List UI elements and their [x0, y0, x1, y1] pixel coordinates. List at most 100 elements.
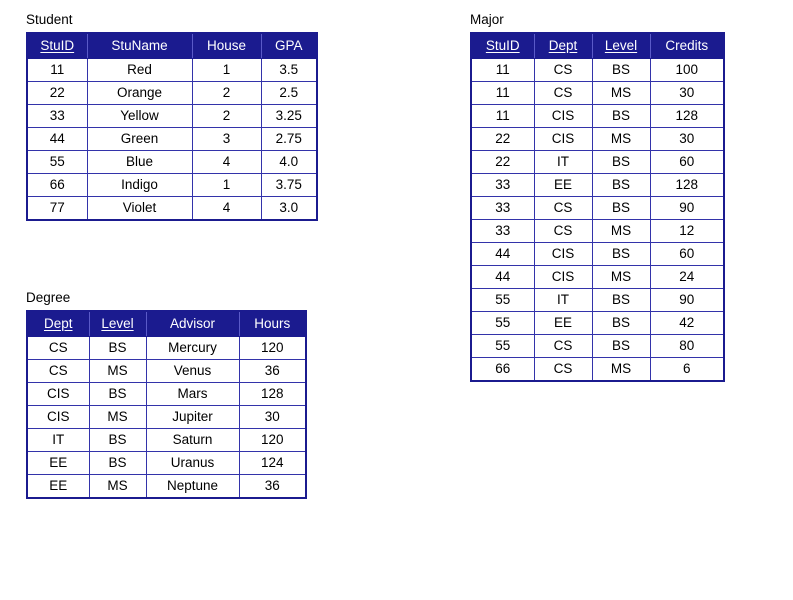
table-row: 22 IT BS 60 [470, 150, 725, 174]
column-header-stuid: StuID [471, 33, 535, 59]
table-row: 11 CIS BS 128 [470, 104, 725, 128]
column-header-level: Level [591, 33, 651, 59]
column-header-hours: Hours [238, 311, 306, 337]
cell: 11 [470, 81, 535, 105]
table-row: 11 CS MS 30 [470, 81, 725, 105]
table-row: 11 Red 1 3.5 [26, 58, 318, 82]
cell: 36 [238, 359, 307, 383]
cell: CS [26, 336, 90, 360]
student-table-block: Student StuID StuName House GPA 11 Red 1 3.… [26, 12, 318, 221]
column-header-dept: Dept [533, 33, 593, 59]
cell: MS [591, 127, 651, 151]
table-row: 44 CIS MS 24 [470, 265, 725, 289]
cell: BS [88, 336, 147, 360]
degree-table-block: Degree Dept Level Advisor Hours CS BS Merc… [26, 290, 307, 499]
table-row: 33 EE BS 128 [470, 173, 725, 197]
cell: BS [88, 428, 147, 452]
column-header-gpa: GPA [260, 33, 317, 59]
cell: 80 [649, 334, 725, 358]
column-header-stuid: StuID [27, 33, 88, 59]
column-header-house: House [191, 33, 262, 59]
cell: CS [26, 359, 90, 383]
cell: 11 [26, 58, 88, 82]
cell: 44 [470, 265, 535, 289]
cell: 100 [649, 58, 725, 82]
cell: CIS [533, 242, 593, 266]
cell: 24 [649, 265, 725, 289]
column-header-label: Level [101, 316, 134, 331]
cell: Violet [86, 196, 193, 221]
table-row: 33 CS MS 12 [470, 219, 725, 243]
column-header-stuname: StuName [86, 33, 193, 59]
cell: 1 [191, 58, 262, 82]
column-header-label: StuID [485, 38, 520, 53]
cell: 4 [191, 150, 262, 174]
cell: 33 [470, 173, 535, 197]
table-row: 44 CIS BS 60 [470, 242, 725, 266]
cell: 3.5 [260, 58, 318, 82]
cell: 30 [238, 405, 307, 429]
table-row: 33 Yellow 2 3.25 [26, 104, 318, 128]
table-row: 55 CS BS 80 [470, 334, 725, 358]
student-table-label: Student [26, 12, 73, 27]
cell: 90 [649, 196, 725, 220]
column-header-label: Hours [254, 316, 291, 331]
cell: Orange [86, 81, 193, 105]
table-row: 66 Indigo 1 3.75 [26, 173, 318, 197]
cell: 2 [191, 81, 262, 105]
cell: BS [88, 382, 147, 406]
table-row: 55 IT BS 90 [470, 288, 725, 312]
cell: EE [533, 311, 593, 335]
cell: Jupiter [145, 405, 240, 429]
cell: 42 [649, 311, 725, 335]
cell: Mars [145, 382, 240, 406]
major-table: StuID Dept Level Credits 11 CS BS 100 11 CS M… [470, 32, 725, 382]
cell: 44 [470, 242, 535, 266]
table-header-row: StuID StuName House GPA [27, 33, 317, 59]
table-row: CS MS Venus 36 [26, 359, 307, 383]
cell: CS [533, 196, 593, 220]
cell: Saturn [145, 428, 240, 452]
column-header-level: Level [88, 311, 147, 337]
cell: CIS [26, 405, 90, 429]
major-table-body: 11 CS BS 100 11 CS MS 30 11 CIS BS 128 22 CIS MS 30 … [470, 58, 725, 382]
table-header-row: Dept Level Advisor Hours [27, 311, 306, 337]
cell: Red [86, 58, 193, 82]
cell: CIS [533, 265, 593, 289]
degree-table-body: CS BS Mercury 120 CS MS Venus 36 CIS BS Mars 128 … [26, 336, 307, 499]
cell: 22 [470, 150, 535, 174]
cell: CIS [533, 127, 593, 151]
column-header-label: House [206, 38, 247, 53]
cell: 33 [470, 196, 535, 220]
cell: CS [533, 58, 593, 82]
cell: 22 [470, 127, 535, 151]
cell: IT [533, 150, 593, 174]
cell: MS [88, 405, 147, 429]
cell: CS [533, 357, 593, 382]
column-header-label: Advisor [169, 316, 215, 331]
cell: 77 [26, 196, 88, 221]
table-row: 11 CS BS 100 [470, 58, 725, 82]
cell: Uranus [145, 451, 240, 475]
column-header-label: StuName [111, 38, 168, 53]
cell: CS [533, 334, 593, 358]
column-header-label: Level [604, 38, 638, 53]
table-row: 66 CS MS 6 [470, 357, 725, 382]
column-header-label: Credits [665, 38, 709, 53]
cell: MS [591, 265, 651, 289]
cell: 90 [649, 288, 725, 312]
cell: BS [591, 104, 651, 128]
cell: 60 [649, 150, 725, 174]
cell: 128 [649, 104, 725, 128]
student-table: StuID StuName House GPA 11 Red 1 3.5 22 Oran… [26, 32, 318, 221]
cell: CIS [533, 104, 593, 128]
column-header-label: StuID [40, 38, 75, 53]
column-header-label: GPA [274, 38, 303, 53]
cell: Venus [145, 359, 240, 383]
table-row: 44 Green 3 2.75 [26, 127, 318, 151]
cell: 4 [191, 196, 262, 221]
column-header-credits: Credits [649, 33, 724, 59]
cell: 4.0 [260, 150, 318, 174]
cell: 120 [238, 428, 307, 452]
cell: 66 [470, 357, 535, 382]
